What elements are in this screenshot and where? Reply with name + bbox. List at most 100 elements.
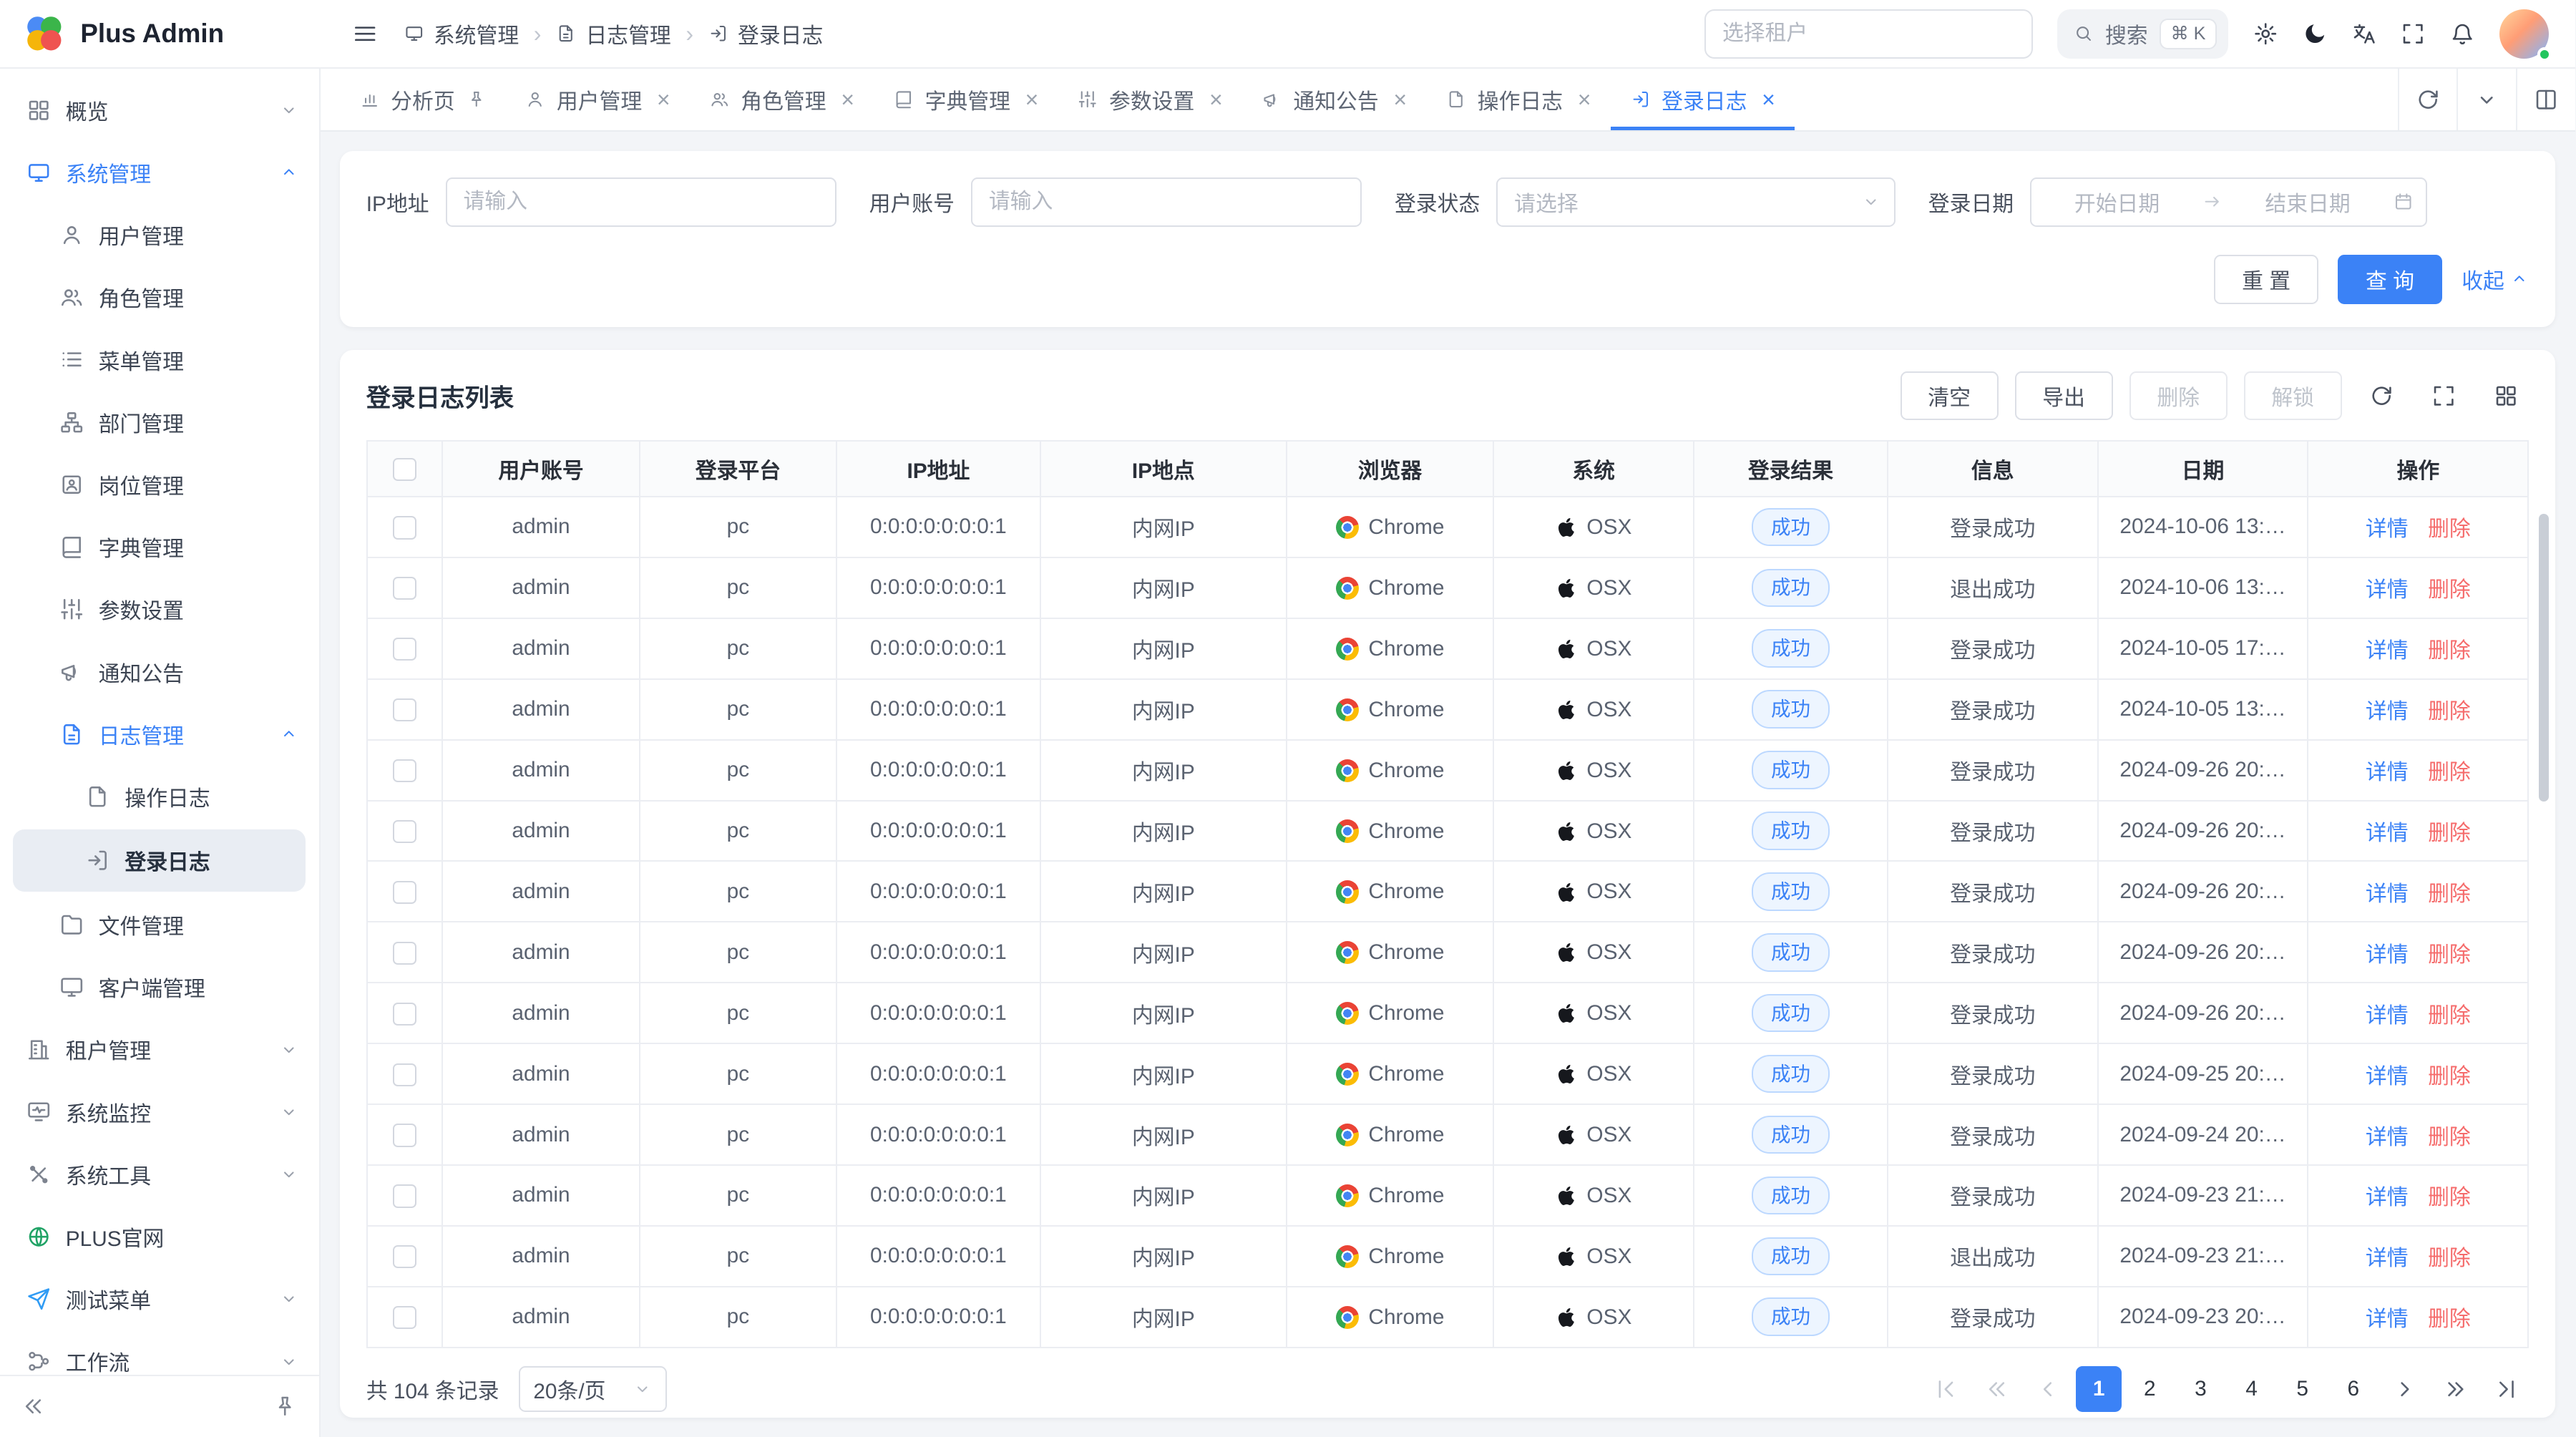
tab-login-log[interactable]: 登录日志 × bbox=[1611, 69, 1795, 130]
row-checkbox[interactable] bbox=[393, 638, 416, 661]
row-checkbox[interactable] bbox=[393, 516, 416, 539]
sidebar-item-system-tools[interactable]: 系统工具 bbox=[0, 1143, 319, 1205]
sidebar-item-client-mgmt[interactable]: 客户端管理 bbox=[0, 956, 319, 1018]
chevron-down-icon[interactable] bbox=[2457, 69, 2516, 130]
page-button-1[interactable]: 1 bbox=[2076, 1366, 2122, 1412]
tab-analysis[interactable]: 分析页 bbox=[340, 69, 506, 130]
unlock-button[interactable]: 解锁 bbox=[2244, 371, 2342, 421]
row-checkbox[interactable] bbox=[393, 1003, 416, 1026]
date-range-picker[interactable]: 开始日期 结束日期 bbox=[2030, 177, 2427, 227]
refresh-icon[interactable] bbox=[2358, 373, 2404, 419]
first-page-button[interactable] bbox=[1923, 1366, 1969, 1412]
detail-link[interactable]: 详情 bbox=[2366, 1307, 2409, 1331]
delete-link[interactable]: 删除 bbox=[2428, 639, 2471, 663]
breadcrumb-system-mgmt[interactable]: 系统管理 bbox=[404, 18, 519, 49]
row-checkbox[interactable] bbox=[393, 942, 416, 965]
delete-link[interactable]: 删除 bbox=[2428, 517, 2471, 541]
clear-button[interactable]: 清空 bbox=[1901, 371, 1999, 421]
delete-link[interactable]: 删除 bbox=[2428, 1126, 2471, 1149]
tab-dict-mgmt[interactable]: 字典管理 × bbox=[874, 69, 1058, 130]
sidebar-item-notice[interactable]: 通知公告 bbox=[0, 640, 319, 703]
page-button-3[interactable]: 3 bbox=[2177, 1366, 2223, 1412]
row-checkbox[interactable] bbox=[393, 1245, 416, 1268]
collapse-filter-link[interactable]: 收起 bbox=[2462, 263, 2529, 295]
detail-link[interactable]: 详情 bbox=[2366, 1186, 2409, 1209]
delete-link[interactable]: 删除 bbox=[2428, 882, 2471, 906]
search-button[interactable]: 查 询 bbox=[2338, 255, 2441, 304]
detail-link[interactable]: 详情 bbox=[2366, 639, 2409, 663]
close-icon[interactable]: × bbox=[1025, 88, 1039, 111]
refresh-icon[interactable] bbox=[2398, 69, 2457, 130]
close-icon[interactable]: × bbox=[1578, 88, 1591, 111]
bell-icon[interactable] bbox=[2450, 21, 2474, 46]
sidebar-item-dict-mgmt[interactable]: 字典管理 bbox=[0, 516, 319, 578]
sidebar-item-tenant-mgmt[interactable]: 租户管理 bbox=[0, 1018, 319, 1081]
breadcrumb-login-log[interactable]: 登录日志 bbox=[708, 18, 824, 49]
detail-link[interactable]: 详情 bbox=[2366, 1065, 2409, 1088]
detail-link[interactable]: 详情 bbox=[2366, 761, 2409, 784]
sidebar-item-system-monitor[interactable]: 系统监控 bbox=[0, 1081, 319, 1143]
page-button-4[interactable]: 4 bbox=[2228, 1366, 2274, 1412]
tenant-select[interactable] bbox=[1704, 9, 2033, 59]
page-button-5[interactable]: 5 bbox=[2280, 1366, 2326, 1412]
row-checkbox[interactable] bbox=[393, 759, 416, 782]
next-5-pages-button[interactable] bbox=[2432, 1366, 2478, 1412]
detail-link[interactable]: 详情 bbox=[2366, 1126, 2409, 1149]
tab-user-mgmt[interactable]: 用户管理 × bbox=[506, 69, 690, 130]
global-search-button[interactable]: 搜索 ⌘ K bbox=[2057, 9, 2228, 59]
sidebar-collapse-icon[interactable] bbox=[353, 21, 377, 46]
translate-icon[interactable] bbox=[2351, 21, 2376, 46]
delete-link[interactable]: 删除 bbox=[2428, 822, 2471, 845]
delete-link[interactable]: 删除 bbox=[2428, 1247, 2471, 1270]
fullscreen-icon[interactable] bbox=[2421, 373, 2467, 419]
close-icon[interactable]: × bbox=[1762, 88, 1775, 111]
sidebar-item-test-menu[interactable]: 测试菜单 bbox=[0, 1268, 319, 1330]
detail-link[interactable]: 详情 bbox=[2366, 822, 2409, 845]
reset-button[interactable]: 重 置 bbox=[2214, 255, 2318, 304]
prev-page-button[interactable] bbox=[2025, 1366, 2071, 1412]
detail-link[interactable]: 详情 bbox=[2366, 700, 2409, 724]
tab-role-mgmt[interactable]: 角色管理 × bbox=[690, 69, 874, 130]
prev-5-pages-button[interactable] bbox=[1974, 1366, 2020, 1412]
tab-operation-log[interactable]: 操作日志 × bbox=[1427, 69, 1611, 130]
close-icon[interactable]: × bbox=[1209, 88, 1223, 111]
delete-link[interactable]: 删除 bbox=[2428, 1004, 2471, 1028]
row-checkbox[interactable] bbox=[393, 1184, 416, 1207]
delete-link[interactable]: 删除 bbox=[2428, 1307, 2471, 1331]
row-checkbox[interactable] bbox=[393, 1306, 416, 1329]
delete-link[interactable]: 删除 bbox=[2428, 700, 2471, 724]
sidebar-item-file-mgmt[interactable]: 文件管理 bbox=[0, 893, 319, 955]
gear-icon[interactable] bbox=[2253, 21, 2278, 46]
detail-link[interactable]: 详情 bbox=[2366, 882, 2409, 906]
sidebar-item-post-mgmt[interactable]: 岗位管理 bbox=[0, 453, 319, 515]
row-checkbox[interactable] bbox=[393, 820, 416, 843]
dark-mode-icon[interactable] bbox=[2303, 21, 2327, 46]
page-button-6[interactable]: 6 bbox=[2331, 1366, 2376, 1412]
delete-button[interactable]: 删除 bbox=[2129, 371, 2228, 421]
delete-link[interactable]: 删除 bbox=[2428, 1065, 2471, 1088]
breadcrumb-log-mgmt[interactable]: 日志管理 bbox=[556, 18, 671, 49]
pin-icon[interactable] bbox=[273, 1394, 297, 1418]
layout-columns-icon[interactable] bbox=[2516, 69, 2575, 130]
delete-link[interactable]: 删除 bbox=[2428, 578, 2471, 602]
ip-input[interactable] bbox=[446, 177, 836, 227]
select-all-checkbox[interactable] bbox=[393, 458, 416, 481]
last-page-button[interactable] bbox=[2483, 1366, 2529, 1412]
row-checkbox[interactable] bbox=[393, 1063, 416, 1086]
sidebar-item-operation-log[interactable]: 操作日志 bbox=[0, 765, 319, 827]
delete-link[interactable]: 删除 bbox=[2428, 761, 2471, 784]
sidebar-item-plus-website[interactable]: PLUS官网 bbox=[0, 1205, 319, 1267]
tab-notice[interactable]: 通知公告 × bbox=[1242, 69, 1426, 130]
row-checkbox[interactable] bbox=[393, 1124, 416, 1146]
sidebar-item-user-mgmt[interactable]: 用户管理 bbox=[0, 204, 319, 266]
sidebar-item-system-mgmt[interactable]: 系统管理 bbox=[0, 141, 319, 203]
page-size-select[interactable]: 20条/页 bbox=[519, 1366, 667, 1412]
row-checkbox[interactable] bbox=[393, 577, 416, 600]
sidebar-item-menu-mgmt[interactable]: 菜单管理 bbox=[0, 328, 319, 391]
detail-link[interactable]: 详情 bbox=[2366, 1247, 2409, 1270]
tab-param-settings[interactable]: 参数设置 × bbox=[1058, 69, 1242, 130]
close-icon[interactable]: × bbox=[657, 88, 670, 111]
pin-icon[interactable] bbox=[467, 89, 487, 109]
close-icon[interactable]: × bbox=[1393, 88, 1407, 111]
sidebar-item-log-mgmt[interactable]: 日志管理 bbox=[0, 703, 319, 765]
